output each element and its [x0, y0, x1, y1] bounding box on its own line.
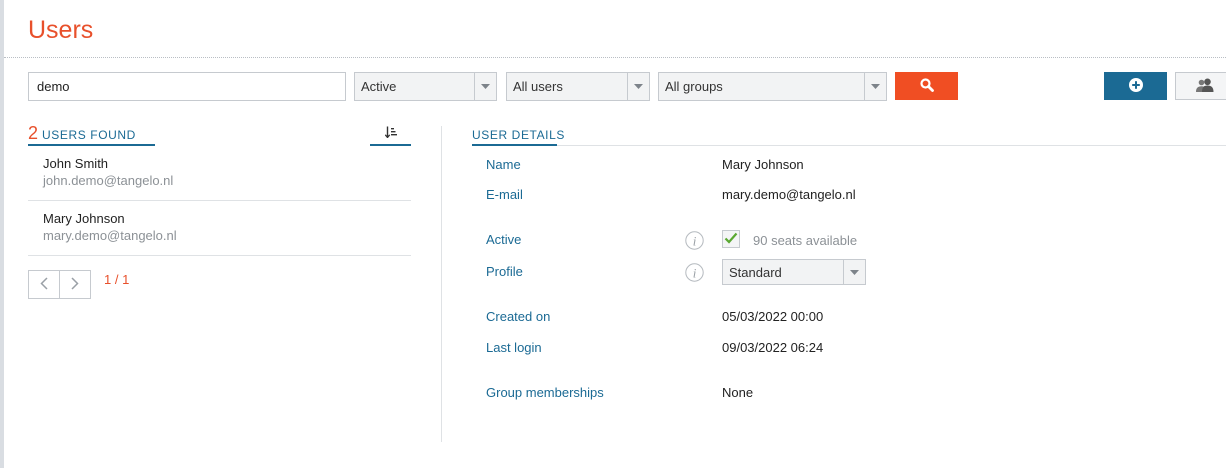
svg-text:i: i [693, 234, 697, 249]
chevron-down-icon [843, 260, 865, 284]
sort-icon [384, 126, 397, 141]
status-filter-value: Active [361, 79, 397, 94]
chevron-right-icon [71, 276, 79, 293]
chevron-down-icon [864, 73, 886, 100]
name-value: Mary Johnson [722, 157, 804, 172]
users-filter-value: All users [513, 79, 563, 94]
users-found-label: USERS FOUND [42, 128, 136, 142]
chevron-left-icon [40, 276, 48, 293]
checkmark-icon [724, 232, 738, 247]
status-filter-select[interactable]: Active [354, 72, 497, 101]
manage-groups-button[interactable] [1175, 72, 1226, 100]
info-icon[interactable]: i [685, 231, 704, 250]
list-item[interactable]: John Smith john.demo@tangelo.nl [28, 146, 411, 201]
prev-page-button[interactable] [29, 271, 59, 298]
page-title: Users [28, 16, 94, 44]
active-label: Active [486, 232, 522, 247]
profile-select[interactable]: Standard [722, 259, 866, 285]
details-divider [557, 145, 1226, 146]
plus-circle-icon [1128, 77, 1143, 95]
users-found-header: 2 USERS FOUND [28, 123, 155, 146]
email-value: mary.demo@tangelo.nl [722, 187, 856, 202]
user-list: John Smith john.demo@tangelo.nl Mary Joh… [28, 146, 411, 256]
seats-available-text: 90 seats available [753, 233, 858, 248]
search-input[interactable] [28, 72, 346, 101]
users-found-count: 2 [28, 123, 39, 143]
profile-value: Standard [729, 264, 782, 280]
total-pages: 1 [122, 272, 130, 287]
list-item[interactable]: Mary Johnson mary.demo@tangelo.nl [28, 201, 411, 256]
page-separator: / [114, 272, 119, 287]
info-icon[interactable]: i [685, 263, 704, 282]
user-email: john.demo@tangelo.nl [43, 173, 174, 188]
add-user-button[interactable] [1104, 72, 1167, 100]
group-memberships-value: None [722, 385, 754, 400]
user-details-header: USER DETAILS [472, 123, 564, 146]
pagination-controls [28, 270, 91, 299]
created-on-value: 05/03/2022 00:00 [722, 309, 824, 324]
next-page-button[interactable] [59, 271, 90, 298]
user-email: mary.demo@tangelo.nl [43, 228, 177, 243]
users-group-icon [1195, 78, 1215, 95]
groups-filter-value: All groups [665, 79, 723, 94]
svg-text:i: i [693, 266, 697, 281]
search-icon [919, 77, 934, 95]
profile-label: Profile [486, 264, 523, 279]
name-label: Name [486, 157, 521, 172]
users-filter-select[interactable]: All users [506, 72, 650, 101]
user-name: John Smith [43, 156, 109, 171]
user-details-label: USER DETAILS [472, 128, 565, 142]
panel-divider [441, 126, 442, 442]
left-rail [0, 0, 4, 468]
chevron-down-icon [627, 73, 649, 100]
search-button[interactable] [895, 72, 958, 100]
user-name: Mary Johnson [43, 211, 125, 226]
email-label: E-mail [486, 187, 523, 202]
groups-filter-select[interactable]: All groups [658, 72, 887, 101]
chevron-down-icon [474, 73, 496, 100]
page-indicator: 1 / 1 [104, 272, 129, 287]
current-page: 1 [104, 272, 112, 287]
created-on-label: Created on [486, 309, 551, 324]
group-memberships-label: Group memberships [486, 385, 604, 400]
last-login-label: Last login [486, 340, 542, 355]
sort-button[interactable] [370, 123, 411, 146]
last-login-value: 09/03/2022 06:24 [722, 340, 824, 355]
active-checkbox[interactable] [722, 230, 740, 248]
title-divider [4, 57, 1226, 58]
